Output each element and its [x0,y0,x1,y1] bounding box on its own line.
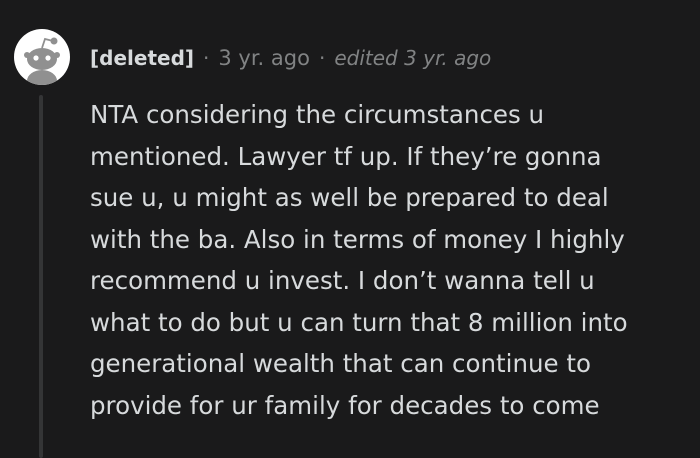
comment-text-line: provide for ur family for decades to com… [90,390,600,420]
comment-author[interactable]: [deleted] [90,46,194,70]
comment: [deleted] · 3 yr. ago · edited 3 yr. ago… [0,0,700,458]
meta-separator: · [203,46,210,70]
comment-timestamp[interactable]: 3 yr. ago [218,46,310,70]
comment-text-line: generational wealth that can continue to [90,349,591,378]
comment-text-line: sue u, u might as well be prepared to de… [90,183,609,212]
avatar-graphic [24,37,60,85]
comment-text-line: what to do but u can turn that 8 million… [90,307,628,337]
comment-text-line: recommend u invest. I don’t wanna tell u [90,266,595,295]
thread-collapse-line[interactable] [39,95,43,458]
comment-meta: [deleted] · 3 yr. ago · edited 3 yr. ago [90,40,491,76]
comment-text-line: with the ba. Also in terms of money I hi… [90,224,625,254]
comment-edited-label: edited 3 yr. ago [334,46,492,70]
comment-text-line: NTA considering the circumstances u [90,100,545,129]
comment-text-line: mentioned. Lawyer tf up. If they’re gonn… [90,141,602,171]
comment-body: NTA considering the circumstances u ment… [90,94,690,426]
reddit-snoo-icon[interactable] [14,29,70,85]
meta-separator: · [318,46,326,70]
